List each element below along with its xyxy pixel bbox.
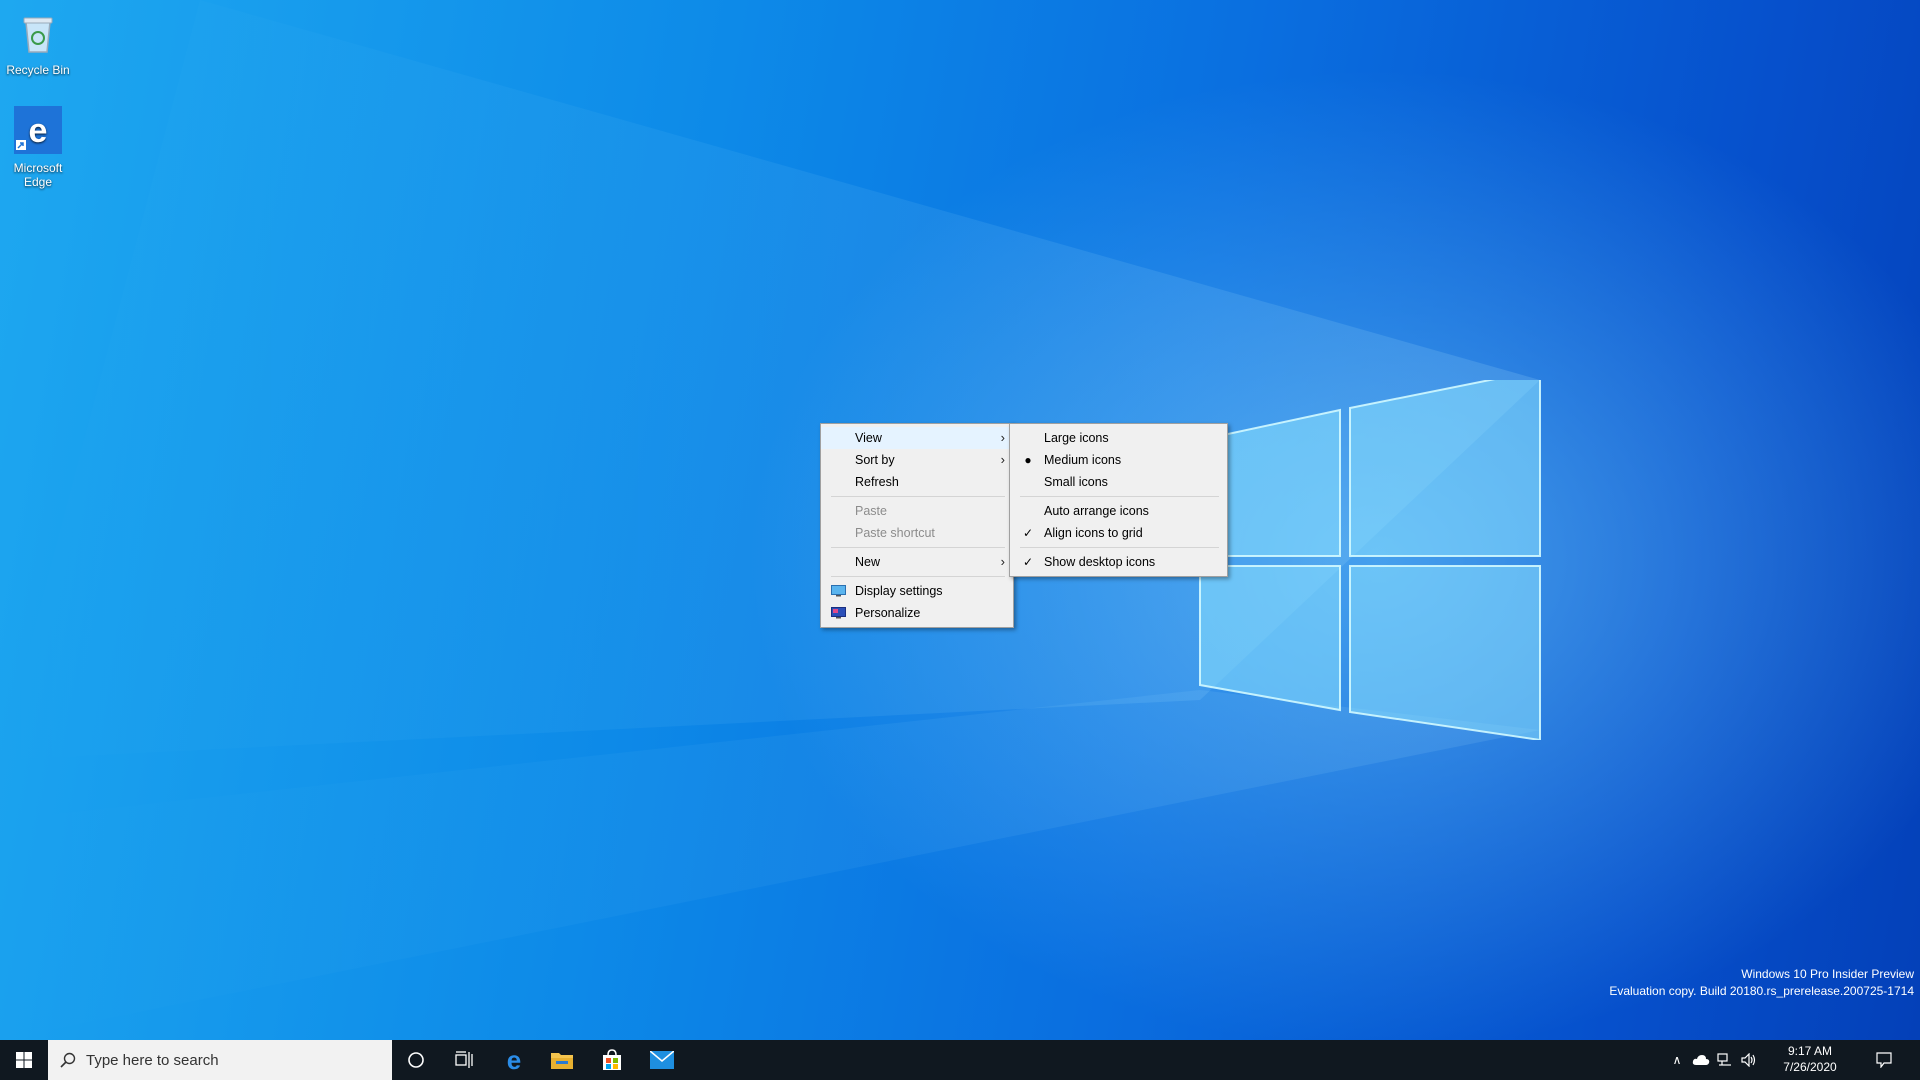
system-tray: ∧ 9:17 AM 7/26/2020	[1660, 1040, 1920, 1080]
svg-text:e: e	[507, 1048, 521, 1072]
store-icon	[603, 1049, 621, 1070]
menu-item-view[interactable]: View ›	[821, 427, 1013, 449]
task-view-icon	[455, 1051, 473, 1068]
menu-item-label: Large icons	[1044, 431, 1109, 445]
menu-item-refresh[interactable]: Refresh	[821, 471, 1013, 493]
clock-date: 7/26/2020	[1783, 1060, 1837, 1074]
checkmark-icon: ✓	[1022, 555, 1034, 569]
menu-item-label: Medium icons	[1044, 453, 1122, 467]
personalize-icon	[831, 607, 846, 619]
taskbar: Type here to search e ∧ 9:17 AM 7/26/202…	[0, 1040, 1920, 1080]
volume-button[interactable]	[1738, 1040, 1760, 1080]
chevron-right-icon: ›	[1000, 430, 1005, 445]
menu-separator	[831, 576, 1005, 577]
show-hidden-icons-button[interactable]: ∧	[1668, 1040, 1686, 1080]
menu-item-label: Paste	[855, 504, 887, 518]
network-button[interactable]	[1714, 1040, 1736, 1080]
cortana-icon	[408, 1052, 424, 1068]
edge-icon: e	[507, 1048, 521, 1072]
menu-item-label: Small icons	[1044, 475, 1108, 489]
radio-dot-icon: ●	[1024, 453, 1032, 467]
menu-item-show-desktop-icons[interactable]: ✓ Show desktop icons	[1010, 551, 1227, 573]
menu-item-medium-icons[interactable]: ● Medium icons	[1010, 449, 1227, 471]
evaluation-watermark: Windows 10 Pro Insider Preview Evaluatio…	[1609, 966, 1914, 1000]
action-center-button[interactable]	[1864, 1040, 1904, 1080]
menu-item-small-icons[interactable]: Small icons	[1010, 471, 1227, 493]
menu-separator	[1020, 547, 1219, 548]
network-icon	[1717, 1053, 1731, 1066]
svg-text:e: e	[29, 112, 48, 150]
menu-item-label: Refresh	[855, 475, 899, 489]
notification-icon	[1876, 1052, 1892, 1068]
desktop-icon-label: Microsoft Edge	[13, 161, 63, 189]
menu-item-label: New	[855, 555, 881, 569]
menu-item-sort-by[interactable]: Sort by ›	[821, 449, 1013, 471]
taskbar-file-explorer[interactable]	[538, 1040, 586, 1080]
desktop-icon-label: Recycle Bin	[6, 63, 70, 77]
menu-item-label: Paste shortcut	[855, 526, 935, 540]
edge-icon: e	[14, 106, 62, 154]
search-icon	[60, 1052, 76, 1068]
chevron-right-icon: ›	[1000, 452, 1005, 467]
menu-item-large-icons[interactable]: Large icons	[1010, 427, 1227, 449]
menu-item-label: View	[855, 431, 882, 445]
clock-button[interactable]: 9:17 AM 7/26/2020	[1764, 1043, 1856, 1075]
view-submenu: Large icons ● Medium icons Small icons A…	[1009, 423, 1228, 577]
cortana-button[interactable]	[392, 1040, 440, 1080]
menu-item-display-settings[interactable]: Display settings	[821, 580, 1013, 602]
menu-separator	[831, 496, 1005, 497]
menu-item-new[interactable]: New ›	[821, 551, 1013, 573]
task-view-button[interactable]	[440, 1040, 488, 1080]
chevron-up-icon: ∧	[1672, 1053, 1682, 1067]
search-placeholder: Type here to search	[86, 1051, 219, 1069]
windows-logo-wallpaper	[1199, 380, 1541, 740]
display-settings-icon	[831, 585, 846, 597]
menu-item-label: Personalize	[855, 606, 921, 620]
taskbar-store[interactable]	[588, 1040, 636, 1080]
onedrive-button[interactable]	[1690, 1040, 1712, 1080]
menu-item-personalize[interactable]: Personalize	[821, 602, 1013, 624]
file-explorer-icon	[551, 1053, 573, 1069]
menu-item-label: Show desktop icons	[1044, 555, 1156, 569]
taskbar-edge[interactable]: e	[490, 1040, 538, 1080]
menu-separator	[831, 547, 1005, 548]
menu-item-label: Align icons to grid	[1044, 526, 1143, 540]
onedrive-cloud-icon	[1692, 1055, 1710, 1065]
menu-item-paste[interactable]: Paste	[821, 500, 1013, 522]
taskbar-mail[interactable]	[638, 1040, 686, 1080]
menu-item-label: Sort by	[855, 453, 895, 467]
start-button[interactable]	[0, 1040, 48, 1080]
clock-time: 9:17 AM	[1787, 1044, 1833, 1058]
menu-item-auto-arrange-icons[interactable]: Auto arrange icons	[1010, 500, 1227, 522]
checkmark-icon: ✓	[1022, 526, 1034, 540]
menu-item-label: Auto arrange icons	[1044, 504, 1149, 518]
search-box[interactable]: Type here to search	[48, 1040, 392, 1080]
desktop-icon-microsoft-edge[interactable]: e Microsoft Edge	[0, 106, 76, 189]
menu-separator	[1020, 496, 1219, 497]
menu-item-paste-shortcut[interactable]: Paste shortcut	[821, 522, 1013, 544]
windows-start-icon	[16, 1052, 32, 1068]
desktop-icon-recycle-bin[interactable]: Recycle Bin	[0, 8, 76, 77]
desktop[interactable]: Recycle Bin e Microsoft Edge View › Sort…	[0, 0, 1920, 1040]
watermark-line-2: Evaluation copy. Build 20180.rs_prerelea…	[1609, 984, 1914, 998]
volume-icon	[1741, 1053, 1756, 1067]
mail-icon	[650, 1051, 674, 1069]
menu-item-align-icons-to-grid[interactable]: ✓ Align icons to grid	[1010, 522, 1227, 544]
watermark-line-1: Windows 10 Pro Insider Preview	[1741, 967, 1914, 981]
desktop-context-menu: View › Sort by › Refresh Paste Paste sho…	[820, 423, 1014, 628]
recycle-bin-icon	[23, 17, 53, 53]
chevron-right-icon: ›	[1000, 554, 1005, 569]
menu-item-label: Display settings	[855, 584, 943, 598]
